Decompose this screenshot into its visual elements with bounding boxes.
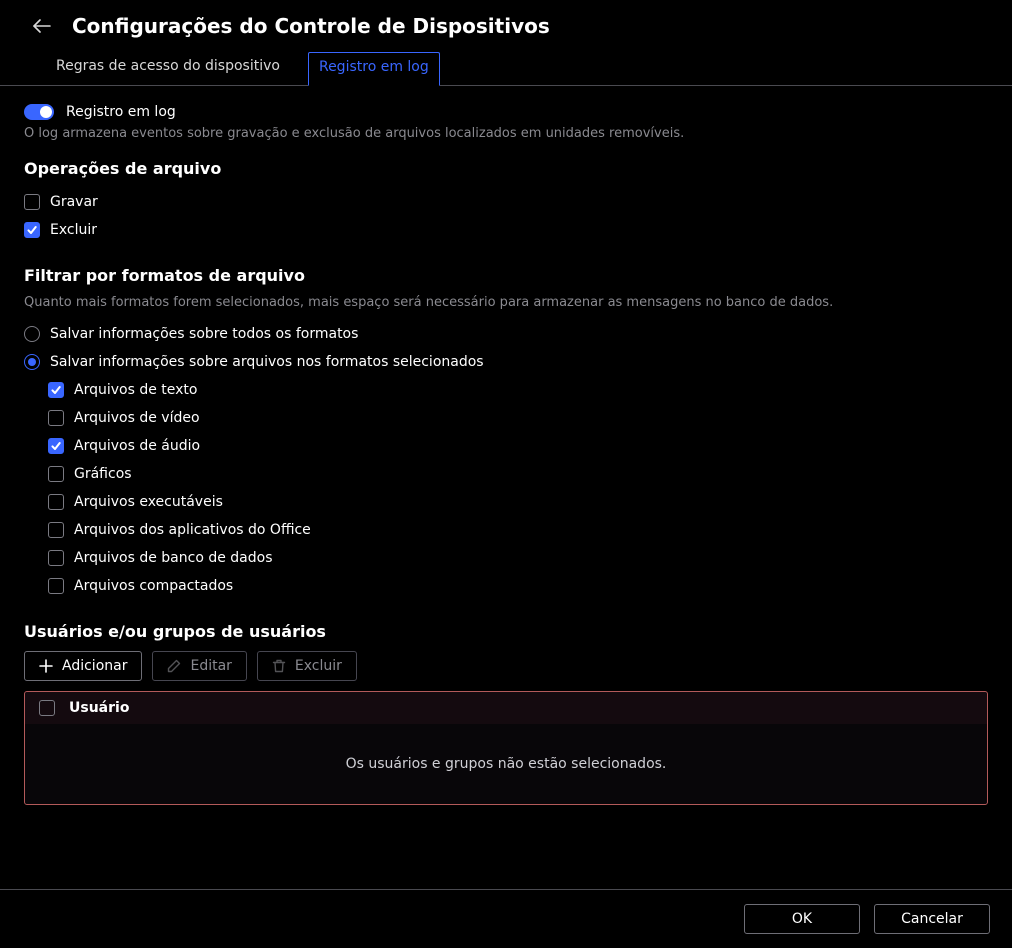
formats-title: Filtrar por formatos de arquivo — [24, 266, 988, 285]
format-checkbox[interactable] — [48, 550, 64, 566]
radio-all-formats[interactable] — [24, 326, 40, 342]
format-label: Arquivos dos aplicativos do Office — [74, 522, 311, 538]
users-table: Usuário Os usuários e grupos não estão s… — [24, 691, 988, 805]
add-button[interactable]: Adicionar — [24, 651, 142, 681]
back-button[interactable] — [30, 14, 54, 38]
plus-icon — [39, 659, 53, 673]
format-label: Arquivos de banco de dados — [74, 550, 273, 566]
format-checkbox[interactable] — [48, 522, 64, 538]
format-label: Arquivos de texto — [74, 382, 197, 398]
format-label: Gráficos — [74, 466, 132, 482]
format-label: Arquivos executáveis — [74, 494, 223, 510]
users-select-all-checkbox[interactable] — [39, 700, 55, 716]
checkbox-write[interactable] — [24, 194, 40, 210]
logging-toggle[interactable] — [24, 104, 54, 120]
format-checkbox[interactable] — [48, 494, 64, 510]
tab-logging[interactable]: Registro em log — [308, 52, 440, 86]
cancel-button[interactable]: Cancelar — [874, 904, 990, 934]
file-ops-title: Operações de arquivo — [24, 159, 988, 178]
page-title: Configurações do Controle de Dispositivo… — [72, 14, 550, 38]
format-label: Arquivos compactados — [74, 578, 233, 594]
edit-button-label: Editar — [190, 658, 231, 674]
logging-hint: O log armazena eventos sobre gravação e … — [24, 126, 988, 141]
checkbox-delete-label: Excluir — [50, 222, 97, 238]
pencil-icon — [167, 659, 181, 673]
edit-button[interactable]: Editar — [152, 651, 246, 681]
format-checkbox[interactable] — [48, 466, 64, 482]
formats-hint: Quanto mais formatos forem selecionados,… — [24, 295, 988, 310]
tab-rules[interactable]: Regras de acesso do dispositivo — [46, 52, 290, 85]
radio-selected-formats[interactable] — [24, 354, 40, 370]
format-label: Arquivos de vídeo — [74, 410, 200, 426]
delete-button[interactable]: Excluir — [257, 651, 357, 681]
format-checkbox[interactable] — [48, 382, 64, 398]
logging-label: Registro em log — [66, 104, 176, 120]
radio-all-label: Salvar informações sobre todos os format… — [50, 326, 358, 342]
users-title: Usuários e/ou grupos de usuários — [24, 622, 988, 641]
format-label: Arquivos de áudio — [74, 438, 200, 454]
checkbox-delete[interactable] — [24, 222, 40, 238]
ok-button[interactable]: OK — [744, 904, 860, 934]
tabs: Regras de acesso do dispositivo Registro… — [0, 44, 1012, 86]
cancel-button-label: Cancelar — [901, 911, 963, 927]
users-empty-message: Os usuários e grupos não estão seleciona… — [25, 724, 987, 804]
format-checkbox[interactable] — [48, 410, 64, 426]
delete-button-label: Excluir — [295, 658, 342, 674]
trash-icon — [272, 659, 286, 673]
add-button-label: Adicionar — [62, 658, 127, 674]
format-checkbox[interactable] — [48, 578, 64, 594]
arrow-left-icon — [33, 19, 51, 33]
users-column-user: Usuário — [69, 700, 129, 716]
radio-selected-label: Salvar informações sobre arquivos nos fo… — [50, 354, 484, 370]
format-checkbox[interactable] — [48, 438, 64, 454]
checkbox-write-label: Gravar — [50, 194, 98, 210]
ok-button-label: OK — [792, 911, 812, 927]
